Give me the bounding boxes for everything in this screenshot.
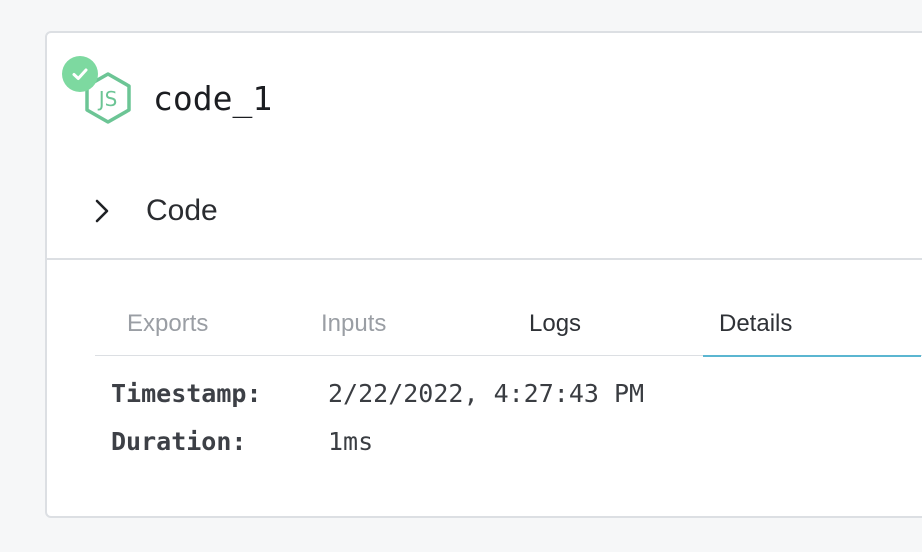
timestamp-label: Timestamp: [111, 379, 262, 408]
tab-bar: Exports Inputs Logs Details [95, 301, 922, 357]
timestamp-value: 2/22/2022, 4:27:43 PM [328, 379, 645, 408]
duration-label: Duration: [111, 427, 247, 456]
success-status-badge [62, 56, 98, 92]
active-tab-indicator [703, 355, 921, 357]
svg-text:JS: JS [97, 87, 118, 111]
code-section-label: Code [146, 194, 218, 227]
step-card: JS code_1 Code Exports Inputs Logs Detai… [45, 31, 922, 518]
code-section-toggle[interactable]: Code [94, 191, 218, 231]
step-title: code_1 [153, 79, 273, 118]
check-icon [72, 68, 88, 80]
tab-exports[interactable]: Exports [127, 307, 208, 341]
tab-logs[interactable]: Logs [529, 307, 581, 341]
section-divider [47, 258, 922, 260]
tab-inputs[interactable]: Inputs [321, 307, 386, 341]
duration-value: 1ms [328, 427, 374, 456]
tab-details[interactable]: Details [719, 307, 792, 341]
chevron-right-icon [94, 196, 114, 226]
